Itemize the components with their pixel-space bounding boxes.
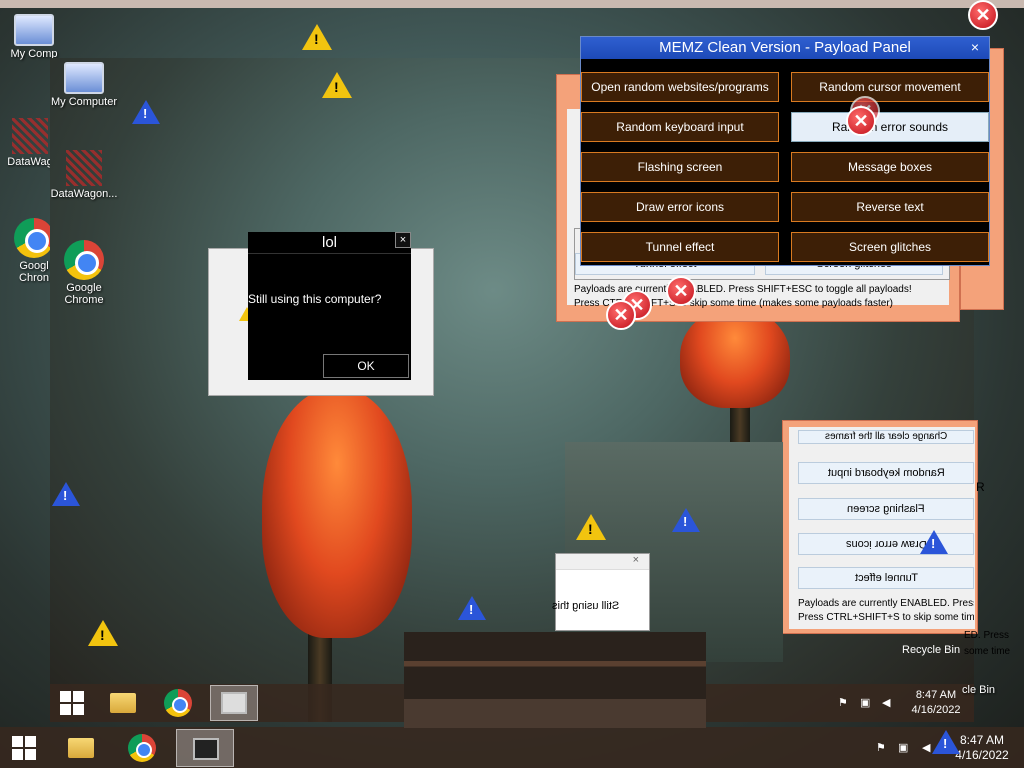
ok-button[interactable]: OK	[323, 354, 409, 378]
close-button[interactable]: ×	[395, 232, 411, 248]
mirrored-status-line2: Press CTRL+SHIFT+S to skip some time	[798, 612, 974, 623]
lol-message-box: lol × Still using this computer? OK	[248, 232, 411, 380]
mirrored-side-r: R	[976, 480, 985, 494]
small-window-text: Still using this	[552, 600, 620, 612]
info-icon: !	[672, 508, 700, 532]
payload-button-open-websites[interactable]: Open random websites/programs	[581, 72, 779, 102]
lol-title: lol	[248, 232, 411, 254]
memz-payload-panel: MEMZ Clean Version - Payload Panel × Ope…	[580, 36, 990, 266]
tulip-flower-right	[680, 308, 790, 408]
info-icon: !	[920, 530, 948, 554]
taskbar-memz-outer[interactable]	[176, 729, 234, 767]
desktop-icon-chrome-inner[interactable]: Google Chrome	[50, 240, 124, 306]
mirrored-keyboard-button[interactable]: Random keyboard input	[798, 462, 974, 484]
start-button-inner[interactable]	[60, 691, 84, 715]
info-icon: !	[932, 730, 960, 754]
payload-button-reverse-text[interactable]: Reverse text	[791, 192, 989, 222]
clock-inner[interactable]: 8:47 AM 4/16/2022	[902, 688, 970, 718]
app-window-icon	[193, 738, 219, 760]
chrome-icon	[64, 240, 104, 280]
start-button-outer[interactable]	[12, 736, 36, 760]
error-icon: ✕	[968, 0, 998, 30]
warning-icon: !	[302, 24, 332, 50]
error-icon: ✕	[666, 276, 696, 306]
chrome-icon	[164, 689, 192, 717]
small-message-window: × Still using this	[552, 553, 650, 631]
flag-icon[interactable]: ⚑	[876, 741, 890, 755]
tulip-flower-left	[262, 388, 412, 638]
computer-icon	[64, 62, 104, 94]
taskbar-memz-inner[interactable]	[210, 685, 258, 721]
taskbar-chrome-outer[interactable]	[120, 731, 164, 765]
warning-icon: !	[576, 514, 606, 540]
computer-icon	[14, 14, 54, 46]
payload-button-keyboard-input[interactable]: Random keyboard input	[581, 112, 779, 142]
warning-icon: !	[322, 72, 352, 98]
payload-button-tunnel-effect[interactable]: Tunnel effect	[581, 232, 779, 262]
taskbar-chrome-inner[interactable]	[156, 686, 200, 720]
datawagon-icon	[66, 150, 102, 186]
glitch-band	[404, 632, 706, 728]
desktop-icon-my-computer-inner[interactable]: My Computer	[50, 62, 124, 108]
datawagon-icon	[12, 118, 48, 154]
folder-icon	[68, 738, 94, 758]
payload-button-draw-error-icons[interactable]: Draw error icons	[581, 192, 779, 222]
taskbar-outer: ⚑ ▣ ◀ 8:47 AM 4/16/2022	[0, 727, 1024, 768]
recycle-bin-label[interactable]: Recycle Bin	[902, 644, 960, 656]
error-icon: ✕	[846, 106, 876, 136]
mirrored-top-partial: Change clear all the frames	[798, 430, 974, 444]
taskbar-explorer-inner[interactable]	[100, 686, 144, 720]
payload-button-cursor-movement[interactable]: Random cursor movement	[791, 72, 989, 102]
top-strip	[0, 0, 1024, 8]
mirrored-tunnel-button[interactable]: Tunnel effect	[798, 567, 974, 589]
folder-icon	[110, 693, 136, 713]
speaker-muted-icon[interactable]: ◀	[882, 696, 896, 710]
recycle-bin-partial: cle Bin	[962, 684, 996, 696]
memz-title-bar[interactable]: MEMZ Clean Version - Payload Panel	[581, 37, 989, 59]
desktop-icon-my-computer-outer[interactable]: My Comp	[0, 14, 74, 60]
flag-icon[interactable]: ⚑	[838, 696, 852, 710]
mirrored-right-line1: ED. Press	[964, 630, 1010, 641]
mirrored-status-line1: Payloads are currently ENABLED. Press S	[798, 598, 974, 609]
app-window-icon	[221, 692, 247, 714]
warning-icon: !	[88, 620, 118, 646]
mirrored-right-line2: some time	[964, 646, 1011, 657]
taskbar-explorer-outer[interactable]	[58, 731, 102, 765]
chrome-icon	[128, 734, 156, 762]
payload-button-flashing-screen[interactable]: Flashing screen	[581, 152, 779, 182]
small-window-close[interactable]: ×	[633, 554, 639, 566]
payload-button-message-boxes[interactable]: Message boxes	[791, 152, 989, 182]
network-icon[interactable]: ▣	[898, 741, 912, 755]
payload-button-screen-glitches[interactable]: Screen glitches	[791, 232, 989, 262]
info-icon: !	[132, 100, 160, 124]
error-icon: ✕	[606, 300, 636, 330]
chrome-icon	[14, 218, 54, 258]
info-icon: !	[52, 482, 80, 506]
close-button[interactable]: ×	[963, 37, 987, 57]
mirrored-flashing-button[interactable]: Flashing screen	[798, 498, 974, 520]
info-icon: !	[458, 596, 486, 620]
lol-message: Still using this computer?	[248, 292, 382, 306]
payload-button-error-sounds[interactable]: Random error sounds	[791, 112, 989, 142]
desktop-icon-datawagon-inner[interactable]: DataWagon...	[50, 150, 124, 200]
network-icon[interactable]: ▣	[860, 696, 874, 710]
